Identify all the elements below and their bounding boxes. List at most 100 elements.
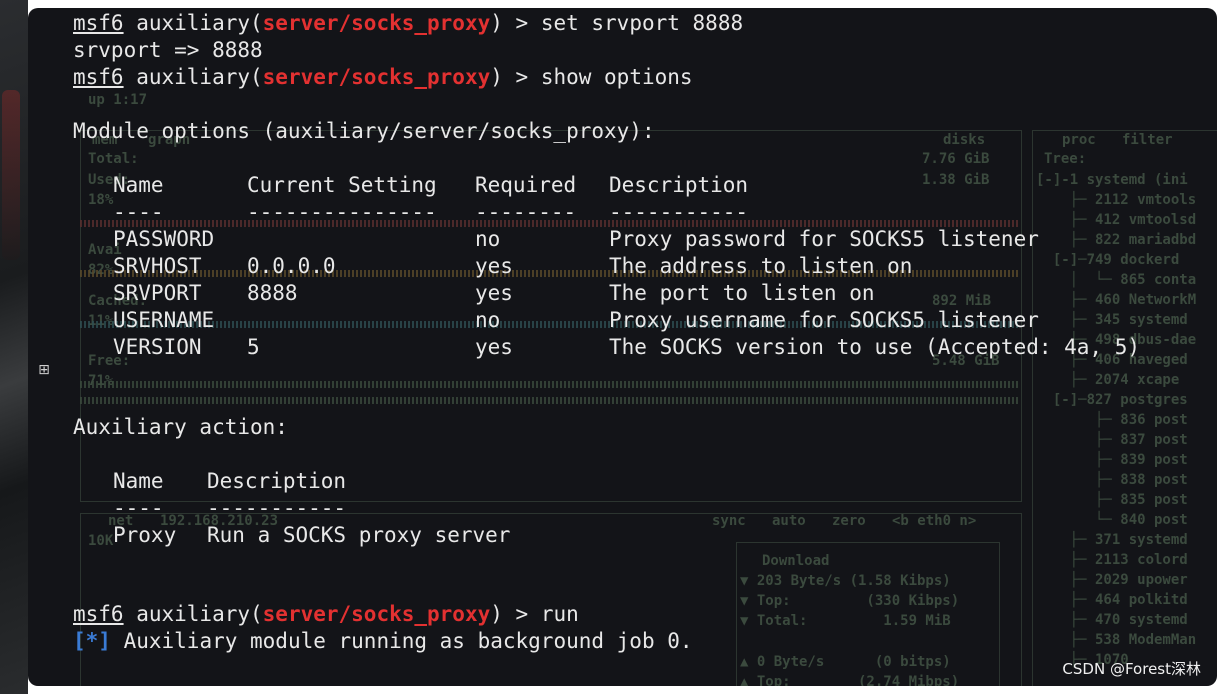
action-sep-name: ----	[113, 496, 164, 520]
process-tree-row: [-]─749 dockerd	[1036, 252, 1180, 268]
prompt-suffix: ) >	[490, 11, 541, 35]
process-tree-row: ├─ 2113 colord	[1036, 552, 1188, 568]
process-tree-row: ├─ 345 systemd	[1036, 312, 1188, 328]
screenshot: up 1:17 mem graph disks Total: 7.76 GiB …	[0, 0, 1227, 694]
process-tree-row: │ └─ 865 conta	[1036, 272, 1197, 288]
module-options-header: Module options (auxiliary/server/socks_p…	[73, 119, 655, 143]
uptime-text: up 1:17	[88, 92, 148, 108]
upload-top: ▲ Top: (2.74 Mibps)	[740, 674, 960, 686]
grid-icon[interactable]: ⊞	[36, 362, 52, 378]
option-row-desc: Proxy password for SOCKS5 listener	[609, 227, 1039, 251]
options-sep-required: --------	[475, 200, 577, 224]
download-rate: ▼ 203 Byte/s (1.58 Kibps)	[740, 573, 951, 589]
options-sep-description: -----------	[609, 200, 749, 224]
action-row-name: Proxy	[113, 523, 177, 547]
csdn-watermark: CSDN @Forest深林	[1062, 660, 1201, 678]
process-tree-row: ├─ 836 post	[1036, 412, 1188, 428]
action-row-desc: Run a SOCKS proxy server	[207, 523, 511, 547]
process-tree-row: ├─ 837 post	[1036, 432, 1188, 448]
prompt-line-2: msf6 auxiliary(server/socks_proxy) > sho…	[73, 64, 693, 91]
process-tree: [-]-1 systemd (ini ├─ 2112 vmtools ├─ 41…	[1036, 170, 1196, 670]
process-tree-row: ├─ 2112 vmtools	[1036, 192, 1197, 208]
action-sep-description: -----------	[207, 496, 347, 520]
free-meter	[80, 381, 1020, 388]
command-run: run	[540, 602, 579, 626]
options-sep-name: ----	[113, 200, 164, 224]
options-header-name: Name	[113, 173, 164, 197]
info-line: [*] Auxiliary module running as backgrou…	[73, 628, 693, 655]
option-row-name: SRVPORT	[113, 281, 202, 305]
prompt-line-1: msf6 auxiliary(server/socks_proxy) > set…	[73, 10, 743, 37]
prompt-msf6: msf6	[73, 65, 124, 89]
options-header-description: Description	[609, 173, 749, 197]
option-row-desc: The SOCKS version to use (Accepted: 4a, …	[609, 335, 1141, 359]
option-row-name: PASSWORD	[113, 227, 215, 251]
prompt-aux: auxiliary(	[123, 11, 263, 35]
prompt-suffix: ) >	[490, 65, 541, 89]
download-top: ▼ Top: (330 Kibps)	[740, 593, 960, 609]
aux-action-header: Auxiliary action:	[73, 415, 288, 439]
terminal-window[interactable]: up 1:17 mem graph disks Total: 7.76 GiB …	[28, 8, 1217, 686]
mem-used-pct: 18%	[88, 192, 114, 208]
options-header-required: Required	[475, 173, 577, 197]
process-tree-row: ├─ 470 systemd	[1036, 612, 1188, 628]
process-tree-row: ├─ 839 post	[1036, 452, 1188, 468]
action-header-name: Name	[113, 469, 164, 493]
process-tree-row: ├─ 371 systemd	[1036, 532, 1188, 548]
options-sep-setting: ---------------	[247, 200, 437, 224]
info-message: Auxiliary module running as background j…	[110, 629, 693, 653]
option-row-value: 8888	[247, 281, 298, 305]
process-tree-row: ├─ 2074 xcape	[1036, 372, 1180, 388]
prompt-aux: auxiliary(	[123, 602, 263, 626]
prompt-aux: auxiliary(	[123, 65, 263, 89]
option-row-desc: The address to listen on	[609, 254, 913, 278]
prompt-module: server/socks_proxy	[262, 11, 491, 35]
process-tree-row: [-]-1 systemd (ini	[1036, 172, 1188, 188]
option-row-required: no	[475, 308, 501, 332]
option-row-required: no	[475, 227, 501, 251]
prompt-module: server/socks_proxy	[262, 602, 491, 626]
mem-total-value: 7.76 GiB	[922, 151, 990, 167]
prompt-suffix: ) >	[490, 602, 541, 626]
option-row-name: VERSION	[113, 335, 202, 359]
process-tree-row: ├─ 464 polkitd	[1036, 592, 1188, 608]
disks-title: disks	[943, 132, 986, 148]
mem-used-value: 1.38 GiB	[922, 172, 990, 188]
process-tree-row: ├─ 538 ModemMan	[1036, 632, 1197, 648]
auto-label: auto	[772, 513, 806, 529]
option-row-value: 5	[247, 335, 260, 359]
process-tree-row: ├─ 460 NetworkM	[1036, 292, 1197, 308]
net-scale: 10K	[88, 533, 114, 549]
background-photo-strip	[0, 0, 28, 694]
option-row-name: USERNAME	[113, 308, 215, 332]
prompt-module: server/socks_proxy	[262, 65, 491, 89]
process-tree-row: └─ 840 post	[1036, 512, 1188, 528]
echo-srvport: srvport => 8888	[73, 38, 263, 62]
prompt-msf6: msf6	[73, 602, 124, 626]
download-label: Download	[762, 553, 830, 569]
prompt-msf6: msf6	[73, 11, 124, 35]
filter-title: filter	[1122, 132, 1173, 148]
sync-label: sync	[712, 513, 746, 529]
iface-label: <b eth0 n>	[892, 513, 977, 529]
options-header-setting: Current Setting	[247, 173, 437, 197]
upload-rate: ▲ 0 Byte/s (0 bitps)	[740, 654, 951, 670]
info-tag: [*]	[73, 629, 111, 653]
option-row-desc: The port to listen on	[609, 281, 875, 305]
tree-label: Tree:	[1044, 151, 1087, 167]
process-tree-row: [-]─827 postgres	[1036, 392, 1188, 408]
proc-title: proc	[1062, 132, 1096, 148]
option-row-name: SRVHOST	[113, 254, 202, 278]
option-row-required: yes	[475, 281, 513, 305]
option-row-desc: Proxy username for SOCKS5 listener	[609, 308, 1039, 332]
prompt-line-3: msf6 auxiliary(server/socks_proxy) > run	[73, 601, 579, 628]
zero-label: zero	[832, 513, 866, 529]
option-row-required: yes	[475, 254, 513, 278]
process-tree-row: ├─ 835 post	[1036, 492, 1188, 508]
process-tree-row: ├─ 412 vmtoolsd	[1036, 212, 1197, 228]
process-tree-row: ├─ 838 post	[1036, 472, 1188, 488]
option-row-required: yes	[475, 335, 513, 359]
process-tree-row: ├─ 2029 upower	[1036, 572, 1188, 588]
free-meter-2	[80, 397, 1020, 404]
download-total: ▼ Total: 1.59 MiB	[740, 613, 951, 629]
